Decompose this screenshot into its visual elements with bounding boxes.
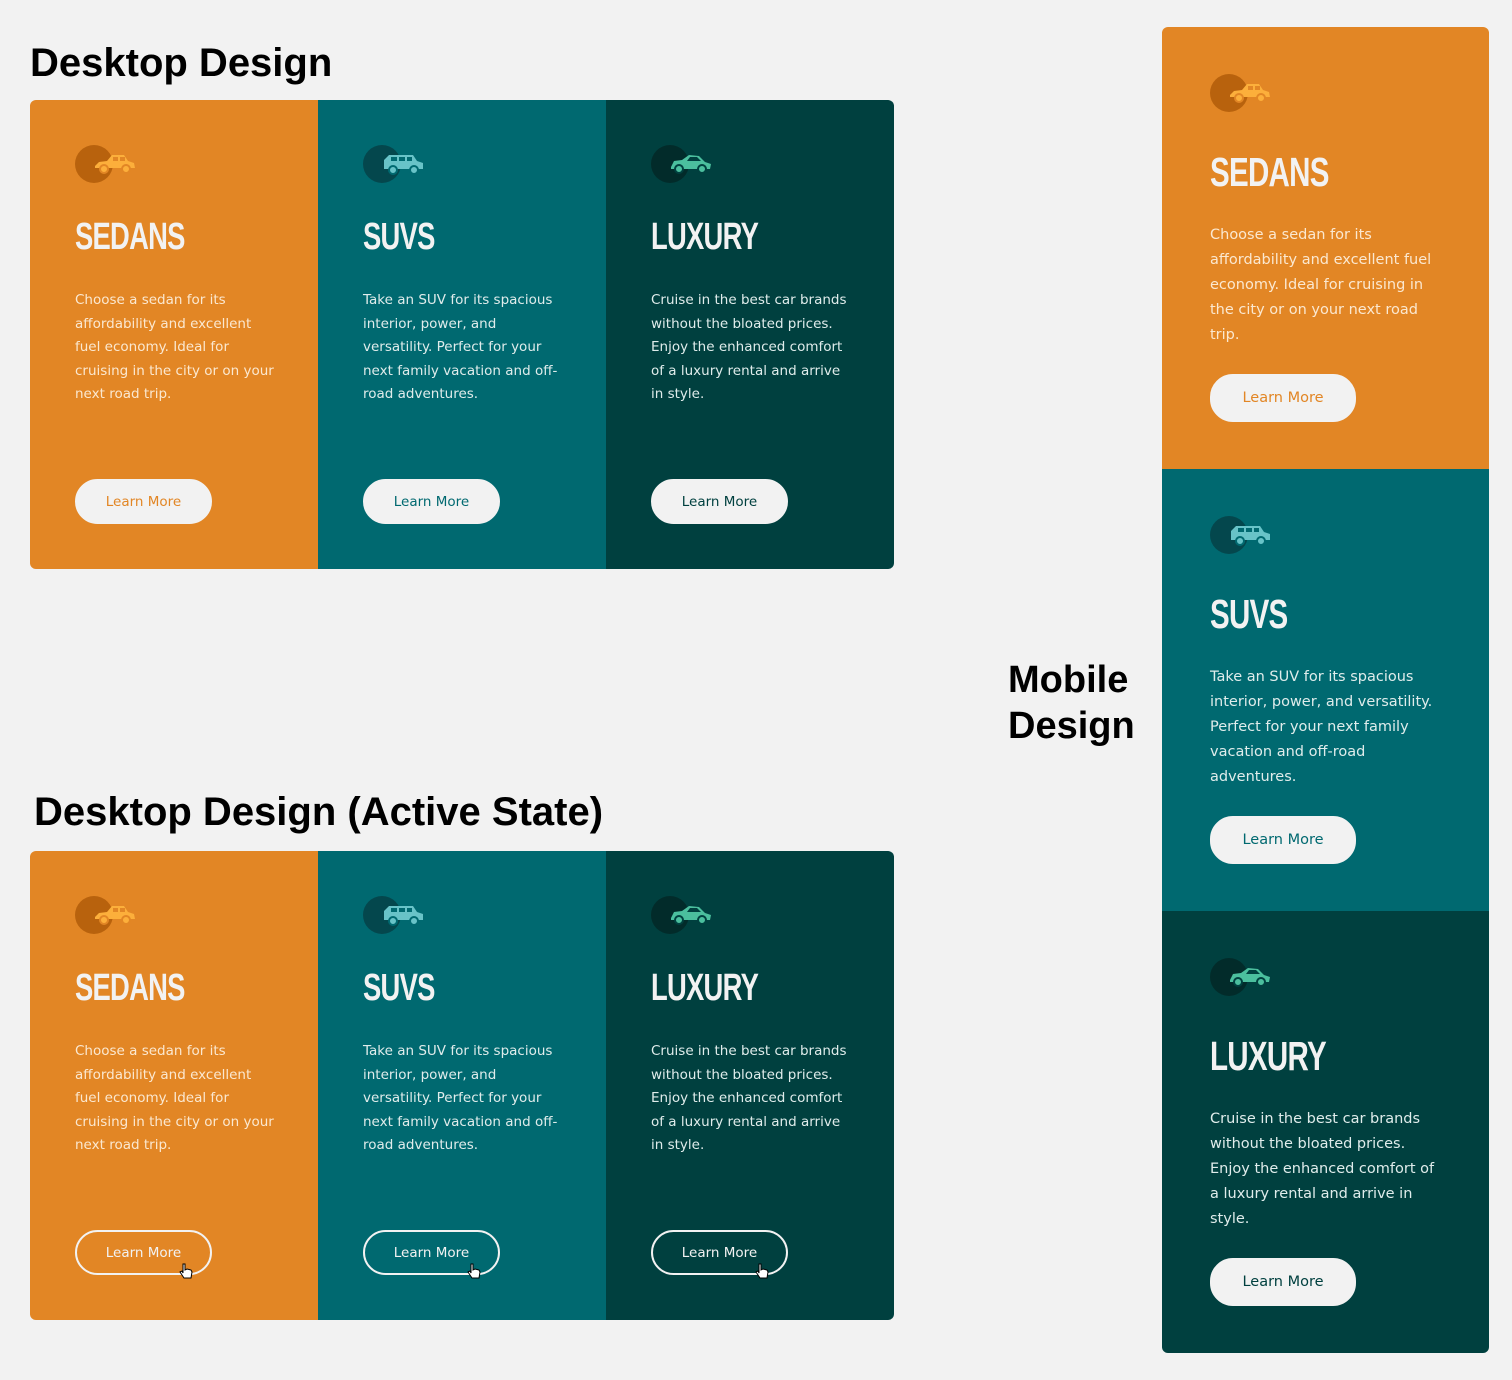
desktop-design-heading: Desktop Design bbox=[30, 41, 333, 85]
suv-car-icon bbox=[363, 896, 427, 936]
luxury-card: LUXURY Cruise in the best car brands wit… bbox=[1162, 911, 1489, 1353]
sedans-card: SEDANS Choose a sedan for its affordabil… bbox=[30, 100, 318, 569]
suv-car-icon bbox=[1210, 516, 1274, 556]
suvs-card: SUVS Take an SUV for its spacious interi… bbox=[318, 851, 606, 1320]
learn-more-button[interactable]: Learn More bbox=[1210, 816, 1356, 864]
learn-more-button[interactable]: Learn More bbox=[1210, 374, 1356, 422]
learn-more-button-active[interactable]: Learn More bbox=[651, 1230, 788, 1279]
learn-more-button-active[interactable]: Learn More bbox=[363, 1230, 500, 1279]
button-label: Learn More bbox=[681, 1244, 758, 1261]
card-description: Choose a sedan for its affordability and… bbox=[75, 1043, 274, 1153]
luxury-card: LUXURY Cruise in the best car brands wit… bbox=[606, 100, 894, 569]
card-description: Cruise in the best car brands without th… bbox=[651, 292, 847, 402]
card-title: SUVS bbox=[363, 216, 435, 258]
hand-cursor-icon bbox=[179, 1263, 193, 1279]
active-state-heading: Desktop Design (Active State) bbox=[34, 790, 604, 834]
button-label: Learn More bbox=[105, 1244, 182, 1261]
card-description: Cruise in the best car brands without th… bbox=[1210, 1111, 1435, 1227]
suvs-card: SUVS Take an SUV for its spacious interi… bbox=[318, 100, 606, 569]
card-title: SUVS bbox=[1210, 591, 1288, 637]
active-card-panel: SEDANS Choose a sedan for its affordabil… bbox=[30, 851, 894, 1320]
mobile-design-heading: Mobile Design bbox=[1008, 659, 1135, 747]
learn-more-button[interactable]: Learn More bbox=[363, 479, 500, 524]
hand-cursor-icon bbox=[755, 1263, 769, 1279]
card-title: LUXURY bbox=[651, 967, 759, 1009]
desktop-card-panel: SEDANS Choose a sedan for its affordabil… bbox=[30, 100, 894, 569]
card-description: Take an SUV for its spacious interior, p… bbox=[363, 1043, 558, 1153]
learn-more-button-active[interactable]: Learn More bbox=[75, 1230, 212, 1279]
sedans-card: SEDANS Choose a sedan for its affordabil… bbox=[1162, 27, 1489, 469]
mobile-card-stack: SEDANS Choose a sedan for its affordabil… bbox=[1162, 27, 1489, 1353]
luxury-car-icon bbox=[651, 896, 715, 936]
card-title: LUXURY bbox=[651, 216, 759, 258]
card-title: SEDANS bbox=[75, 967, 185, 1009]
card-description: Cruise in the best car brands without th… bbox=[651, 1043, 847, 1153]
sedan-car-icon bbox=[1210, 74, 1274, 114]
button-label: Learn More bbox=[393, 1244, 470, 1261]
luxury-card: LUXURY Cruise in the best car brands wit… bbox=[606, 851, 894, 1320]
card-description: Take an SUV for its spacious interior, p… bbox=[363, 292, 558, 402]
learn-more-button[interactable]: Learn More bbox=[1210, 1258, 1356, 1306]
learn-more-button[interactable]: Learn More bbox=[651, 479, 788, 524]
hand-cursor-icon bbox=[467, 1263, 481, 1279]
card-title: SEDANS bbox=[1210, 149, 1329, 195]
learn-more-button[interactable]: Learn More bbox=[75, 479, 212, 524]
card-title: SEDANS bbox=[75, 216, 185, 258]
sedan-car-icon bbox=[75, 896, 139, 936]
sedan-car-icon bbox=[75, 145, 139, 185]
suvs-card: SUVS Take an SUV for its spacious interi… bbox=[1162, 469, 1489, 911]
card-description: Choose a sedan for its affordability and… bbox=[75, 292, 274, 402]
card-description: Take an SUV for its spacious interior, p… bbox=[1210, 669, 1433, 785]
card-title: LUXURY bbox=[1210, 1033, 1327, 1079]
luxury-car-icon bbox=[1210, 958, 1274, 998]
luxury-car-icon bbox=[651, 145, 715, 185]
card-description: Choose a sedan for its affordability and… bbox=[1210, 227, 1432, 343]
card-title: SUVS bbox=[363, 967, 435, 1009]
sedans-card: SEDANS Choose a sedan for its affordabil… bbox=[30, 851, 318, 1320]
suv-car-icon bbox=[363, 145, 427, 185]
